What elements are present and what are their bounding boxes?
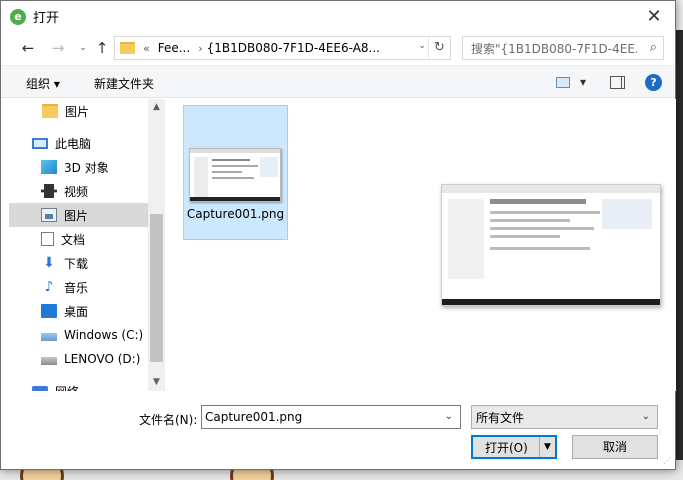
filename-history-chevron-icon[interactable]: ⌄ (445, 411, 453, 422)
sidebar-item-label: 视频 (64, 184, 89, 199)
sidebar-item-desktop[interactable]: 桌面 (9, 299, 148, 323)
dialog-title: 打开 (33, 11, 60, 26)
close-icon[interactable]: ✕ (633, 1, 675, 32)
sidebar-item-pictures-quick[interactable]: 图片 (9, 99, 148, 123)
file-list: Capture001.png (166, 99, 676, 391)
sidebar-item-label: 此电脑 (55, 136, 92, 151)
filename-field[interactable]: ⌄ (201, 405, 461, 429)
filename-label: 文件名(N): (139, 413, 198, 427)
view-options-chevron-icon[interactable]: ▾ (580, 75, 586, 89)
music-icon: ♪ (44, 279, 54, 295)
up-arrow-icon[interactable]: ↑ (91, 38, 113, 58)
sidebar-scrollbar[interactable]: ▲ ▼ (148, 99, 165, 391)
resize-grip-icon[interactable]: ⋰ (663, 457, 673, 467)
breadcrumb-overflow[interactable]: « (143, 42, 150, 55)
refresh-icon[interactable]: ↻ (428, 37, 450, 59)
pictures-icon (41, 208, 57, 222)
computer-icon (32, 137, 48, 149)
search-box[interactable]: 搜索"{1B1DB080-7F1D-4EE... ⌕ (462, 36, 664, 60)
filetype-chevron-icon[interactable]: ⌄ (642, 411, 650, 422)
downloads-icon: ⬇ (43, 255, 55, 271)
help-icon[interactable]: ? (645, 74, 662, 91)
desktop-icon (41, 304, 57, 318)
sidebar-item-label: 图片 (65, 104, 90, 119)
breadcrumb-item[interactable]: Fee... (158, 41, 190, 55)
sidebar-item-windows-drive[interactable]: Windows (C:) (9, 323, 148, 347)
documents-icon (41, 232, 54, 246)
organize-button[interactable]: 组织 ▾ (26, 75, 60, 92)
sidebar-item-label: 图片 (64, 208, 89, 223)
folder-icon (42, 104, 58, 118)
address-dropdown-icon[interactable]: ⌄ (418, 41, 426, 51)
filename-input[interactable] (205, 410, 430, 424)
video-icon (41, 184, 57, 198)
new-folder-button[interactable]: 新建文件夹 (94, 75, 154, 92)
forward-arrow-icon[interactable]: → (47, 38, 69, 58)
sidebar-item-3d-objects[interactable]: 3D 对象 (9, 155, 148, 179)
preview-pane-icon[interactable] (610, 76, 625, 89)
sidebar-item-label: 文档 (61, 232, 86, 247)
sidebar-item-label: 下载 (64, 256, 89, 271)
command-bar: 组织 ▾ 新建文件夹 ▾ ? (1, 65, 675, 98)
app-icon: e (10, 8, 26, 25)
sidebar-item-label: 桌面 (64, 304, 89, 319)
scroll-down-icon[interactable]: ▼ (148, 374, 165, 391)
sidebar-item-label: Windows (C:) (64, 328, 144, 342)
open-button-label: 打开(O) (485, 440, 528, 455)
change-view-icon[interactable] (556, 77, 570, 88)
3d-objects-icon (41, 160, 57, 174)
breadcrumb-item[interactable]: {1B1DB080-7F1D-4EE6-A8... (207, 41, 380, 55)
search-placeholder[interactable]: 搜索"{1B1DB080-7F1D-4EE... (471, 40, 637, 57)
preview-pane-image (441, 184, 661, 306)
back-arrow-icon[interactable]: ← (17, 38, 39, 58)
file-thumbnail (189, 148, 281, 202)
open-button[interactable]: 打开(O) ▼ (471, 435, 557, 459)
title-bar: e 打开 ✕ (1, 1, 675, 32)
filetype-value: 所有文件 (476, 410, 525, 425)
sidebar-item-label: 网络 (55, 383, 79, 392)
sidebar-item-label: LENOVO (D:) (64, 352, 141, 366)
open-file-dialog: e 打开 ✕ ← → ⌄ ↑ « Fee... › {1B1DB080-7F1D… (0, 0, 676, 470)
sidebar-item-videos[interactable]: 视频 (9, 179, 148, 203)
sidebar-item-music[interactable]: ♪ 音乐 (9, 275, 148, 299)
drive-icon (41, 357, 57, 365)
sidebar-item-network[interactable]: 网络 (9, 379, 148, 391)
open-options-chevron-icon[interactable]: ▼ (539, 437, 555, 457)
file-name: Capture001.png (186, 207, 285, 221)
network-icon (32, 386, 48, 391)
breadcrumb-separator-icon[interactable]: › (198, 42, 202, 55)
sidebar-item-this-pc[interactable]: 此电脑 (9, 131, 148, 155)
sidebar-item-downloads[interactable]: ⬇ 下载 (9, 251, 148, 275)
file-item[interactable]: Capture001.png (183, 105, 288, 240)
sidebar-item-documents[interactable]: 文档 (9, 227, 148, 251)
search-icon[interactable]: ⌕ (650, 40, 657, 55)
windows-drive-icon (41, 333, 57, 341)
sidebar-item-pictures[interactable]: 图片 (9, 203, 148, 227)
folder-icon (120, 42, 135, 54)
address-bar[interactable]: « Fee... › {1B1DB080-7F1D-4EE6-A8... ⌄ ↻ (114, 36, 451, 60)
navigation-bar: ← → ⌄ ↑ « Fee... › {1B1DB080-7F1D-4EE6-A… (1, 32, 675, 64)
sidebar-item-label: 3D 对象 (64, 160, 109, 175)
scrollbar-thumb[interactable] (150, 214, 163, 362)
sidebar-item-label: 音乐 (64, 280, 89, 295)
scroll-up-icon[interactable]: ▲ (148, 99, 165, 116)
cancel-button[interactable]: 取消 (572, 435, 658, 459)
sidebar-item-lenovo-drive[interactable]: LENOVO (D:) (9, 347, 148, 371)
navigation-pane: 图片 此电脑 3D 对象 视频 图片 文档 ⬇ 下载 ♪ 音乐 桌面 Windo… (9, 99, 148, 391)
filetype-select[interactable]: 所有文件 ⌄ (471, 405, 658, 429)
